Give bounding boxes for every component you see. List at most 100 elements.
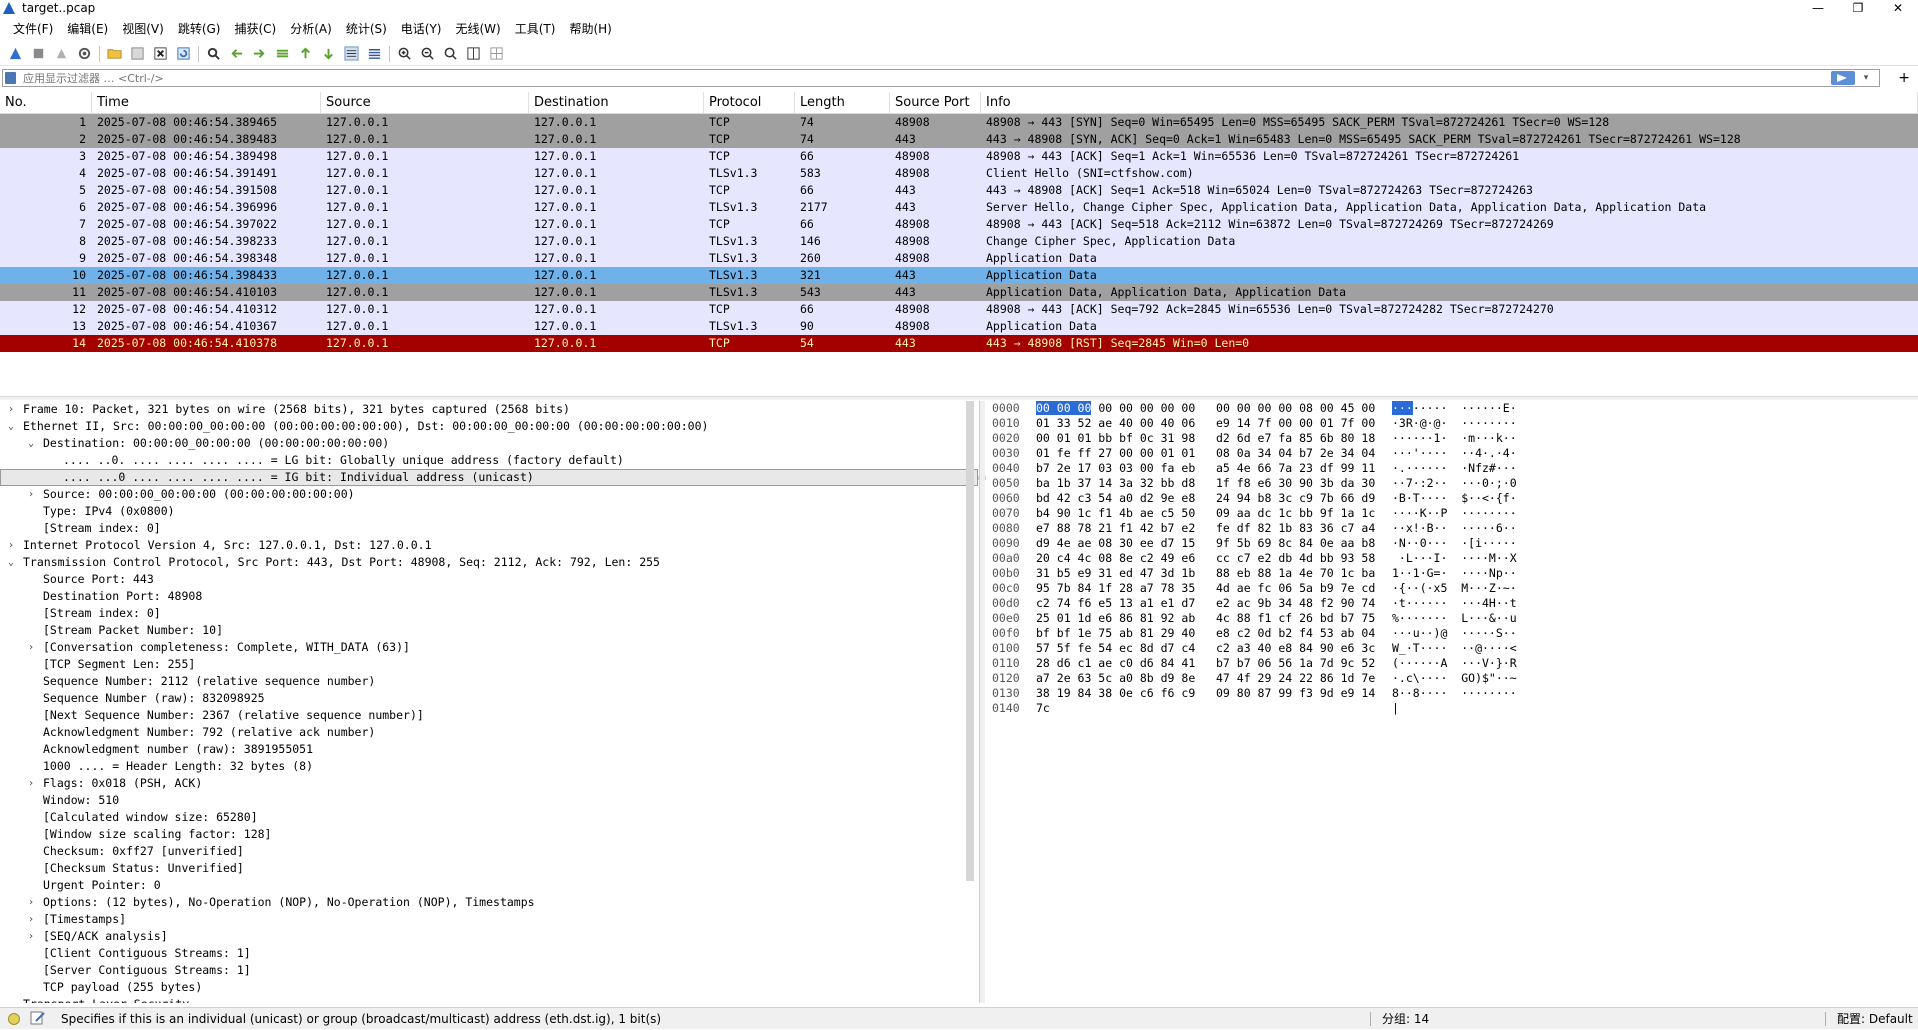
last-packet-icon[interactable] xyxy=(317,44,340,64)
detail-tree-item[interactable]: [Window size scaling factor: 128] xyxy=(0,826,978,843)
hex-dump-row[interactable]: 0080 e7 88 78 21 f1 42 b7 e2 fe df 82 1b … xyxy=(986,521,1918,536)
autoscroll-icon[interactable] xyxy=(340,44,363,64)
packet-row[interactable]: 13 2025-07-08 00:46:54.410367 127.0.0.1 127… xyxy=(0,318,1918,335)
layout-icon[interactable] xyxy=(485,44,508,64)
detail-tree-item[interactable]: › Flags: 0x018 (PSH, ACK) xyxy=(0,775,978,792)
menu-analyze[interactable]: 分析(A) xyxy=(283,18,339,40)
hex-dump-row[interactable]: 0120 a7 2e 63 5c a0 8b d9 8e 47 4f 29 24 … xyxy=(986,671,1918,686)
resize-columns-icon[interactable] xyxy=(462,44,485,64)
zoom-reset-icon[interactable] xyxy=(439,44,462,64)
chevron-down-icon[interactable]: ▾ xyxy=(1859,70,1873,86)
column-header-no[interactable]: No. xyxy=(0,92,92,113)
packet-row[interactable]: 8 2025-07-08 00:46:54.398233 127.0.0.1 127.… xyxy=(0,233,1918,250)
detail-tree-item[interactable]: 1000 .... = Header Length: 32 bytes (8) xyxy=(0,758,978,775)
detail-tree-item[interactable]: › [SEQ/ACK analysis] xyxy=(0,928,978,945)
hex-dump-row[interactable]: 0090 d9 4e ae 08 30 ee d7 15 9f 5b 69 8c … xyxy=(986,536,1918,551)
add-filter-button-plus-icon[interactable]: + xyxy=(1898,68,1910,88)
packet-row[interactable]: 5 2025-07-08 00:46:54.391508 127.0.0.1 127.… xyxy=(0,182,1918,199)
zoom-in-icon[interactable] xyxy=(393,44,416,64)
chevron-down-icon[interactable]: ⌄ xyxy=(6,554,16,571)
detail-tree-item[interactable]: [Checksum Status: Unverified] xyxy=(0,860,978,877)
hex-dump-row[interactable]: 0110 28 d6 c1 ae c0 d6 84 41 b7 b7 06 56 … xyxy=(986,656,1918,671)
menu-capture[interactable]: 捕获(C) xyxy=(227,18,283,40)
hex-dump-row[interactable]: 00b0 31 b5 e9 31 ed 47 3d 1b 88 eb 88 1a … xyxy=(986,566,1918,581)
menu-view[interactable]: 视图(V) xyxy=(115,18,171,40)
detail-tree-item[interactable]: [Client Contiguous Streams: 1] xyxy=(0,945,978,962)
first-packet-icon[interactable] xyxy=(294,44,317,64)
close-file-icon[interactable] xyxy=(149,44,172,64)
column-header-time[interactable]: Time xyxy=(92,92,321,113)
details-vscrollbar[interactable] xyxy=(966,401,974,881)
detail-tree-item[interactable]: .... ...0 .... .... .... .... = IG bit: … xyxy=(0,469,978,486)
hex-dump-row[interactable]: 0000 00 00 00 00 00 00 00 00 00 00 00 00 … xyxy=(986,401,1918,416)
column-header-length[interactable]: Length xyxy=(795,92,890,113)
menu-go[interactable]: 跳转(G) xyxy=(171,18,228,40)
hex-dump-row[interactable]: 0130 38 19 84 38 0e c6 f6 c9 09 80 87 99 … xyxy=(986,686,1918,701)
menu-edit[interactable]: 编辑(E) xyxy=(60,18,115,40)
menu-statistics[interactable]: 统计(S) xyxy=(339,18,394,40)
packet-row[interactable]: 12 2025-07-08 00:46:54.410312 127.0.0.1 127… xyxy=(0,301,1918,318)
detail-tree-item[interactable]: [Stream index: 0] xyxy=(0,605,978,622)
display-filter-input[interactable] xyxy=(23,70,1823,86)
capture-options-icon[interactable] xyxy=(73,44,96,64)
packet-row[interactable]: 2 2025-07-08 00:46:54.389483 127.0.0.1 127.… xyxy=(0,131,1918,148)
menu-telephony[interactable]: 电话(Y) xyxy=(394,18,449,40)
chevron-right-icon[interactable]: › xyxy=(26,639,36,656)
chevron-right-icon[interactable]: › xyxy=(26,894,36,911)
packet-row[interactable]: 11 2025-07-08 00:46:54.410103 127.0.0.1 127… xyxy=(0,284,1918,301)
hex-dump-row[interactable]: 00c0 95 7b 84 1f 28 a7 78 35 4d ae fc 06 … xyxy=(986,581,1918,596)
chevron-down-icon[interactable]: ⌄ xyxy=(6,996,16,1003)
detail-tree-item[interactable]: Acknowledgment Number: 792 (relative ack… xyxy=(0,724,978,741)
detail-tree-item[interactable]: ⌄ Transmission Control Protocol, Src Port… xyxy=(0,554,978,571)
go-forward-icon[interactable] xyxy=(248,44,271,64)
hex-dump-row[interactable]: 00f0 bf bf 1e 75 ab 81 29 40 e8 c2 0d b2 … xyxy=(986,626,1918,641)
hex-dump-row[interactable]: 00e0 25 01 1d e6 86 81 92 ab 4c 88 f1 cf … xyxy=(986,611,1918,626)
zoom-out-icon[interactable] xyxy=(416,44,439,64)
detail-tree-item[interactable]: [Next Sequence Number: 2367 (relative se… xyxy=(0,707,978,724)
packet-row[interactable]: 3 2025-07-08 00:46:54.389498 127.0.0.1 127.… xyxy=(0,148,1918,165)
detail-tree-item[interactable]: › Options: (12 bytes), No-Operation (NOP)… xyxy=(0,894,978,911)
shark-fin-start-icon[interactable] xyxy=(4,44,27,64)
stop-icon[interactable] xyxy=(27,44,50,64)
detail-tree-item[interactable]: › Internet Protocol Version 4, Src: 127.0… xyxy=(0,537,978,554)
hex-dump-row[interactable]: 0060 bd 42 c3 54 a0 d2 9e e8 24 94 b8 3c … xyxy=(986,491,1918,506)
go-to-packet-icon[interactable] xyxy=(271,44,294,64)
menu-wireless[interactable]: 无线(W) xyxy=(449,18,508,40)
detail-tree-item[interactable]: Sequence Number: 2112 (relative sequence… xyxy=(0,673,978,690)
detail-tree-item[interactable]: Acknowledgment number (raw): 3891955051 xyxy=(0,741,978,758)
hex-dump-row[interactable]: 0030 01 fe ff 27 00 00 01 01 08 0a 34 04 … xyxy=(986,446,1918,461)
apply-filter-arrow-icon[interactable] xyxy=(1831,71,1855,85)
chevron-right-icon[interactable]: › xyxy=(26,911,36,928)
status-profile[interactable]: 配置: Default xyxy=(1837,1008,1913,1030)
chevron-down-icon[interactable]: ⌄ xyxy=(26,435,36,452)
detail-tree-item[interactable]: Sequence Number (raw): 832098925 xyxy=(0,690,978,707)
hex-dump-row[interactable]: 0010 01 33 52 ae 40 00 40 06 e9 14 7f 00 … xyxy=(986,416,1918,431)
hex-dump-row[interactable]: 00a0 20 c4 4c 08 8e c2 49 e6 cc c7 e2 db … xyxy=(986,551,1918,566)
detail-tree-item[interactable]: Checksum: 0xff27 [unverified] xyxy=(0,843,978,860)
detail-tree-item[interactable]: .... ..0. .... .... .... .... = LG bit: … xyxy=(0,452,978,469)
edit-comment-icon[interactable] xyxy=(30,1011,46,1025)
minimize-button[interactable]: — xyxy=(1798,0,1838,16)
chevron-right-icon[interactable]: › xyxy=(26,775,36,792)
expert-info-status-icon[interactable] xyxy=(8,1013,20,1025)
chevron-down-icon[interactable]: ⌄ xyxy=(6,418,16,435)
detail-tree-item[interactable]: [Stream Packet Number: 10] xyxy=(0,622,978,639)
chevron-right-icon[interactable]: › xyxy=(6,537,16,554)
packet-row[interactable]: 6 2025-07-08 00:46:54.396996 127.0.0.1 127.… xyxy=(0,199,1918,216)
detail-tree-item[interactable]: [Server Contiguous Streams: 1] xyxy=(0,962,978,979)
packet-row[interactable]: 9 2025-07-08 00:46:54.398348 127.0.0.1 127.… xyxy=(0,250,1918,267)
detail-tree-item[interactable]: [Stream index: 0] xyxy=(0,520,978,537)
detail-tree-item[interactable]: › Source: 00:00:00_00:00:00 (00:00:00:00:… xyxy=(0,486,978,503)
reload-icon[interactable] xyxy=(172,44,195,64)
packet-row[interactable]: 7 2025-07-08 00:46:54.397022 127.0.0.1 127.… xyxy=(0,216,1918,233)
colorize-icon[interactable] xyxy=(363,44,386,64)
column-header-protocol[interactable]: Protocol xyxy=(704,92,795,113)
find-icon[interactable] xyxy=(202,44,225,64)
chevron-right-icon[interactable]: › xyxy=(26,928,36,945)
open-folder-icon[interactable] xyxy=(103,44,126,64)
maximize-button[interactable]: ❐ xyxy=(1838,0,1878,16)
detail-tree-item[interactable]: › [Timestamps] xyxy=(0,911,978,928)
hex-dump-row[interactable]: 0050 ba 1b 37 14 3a 32 bb d8 1f f8 e6 30 … xyxy=(986,476,1918,491)
detail-tree-item[interactable]: TCP payload (255 bytes) xyxy=(0,979,978,996)
hex-dump-row[interactable]: 0140 7c | xyxy=(986,701,1918,716)
